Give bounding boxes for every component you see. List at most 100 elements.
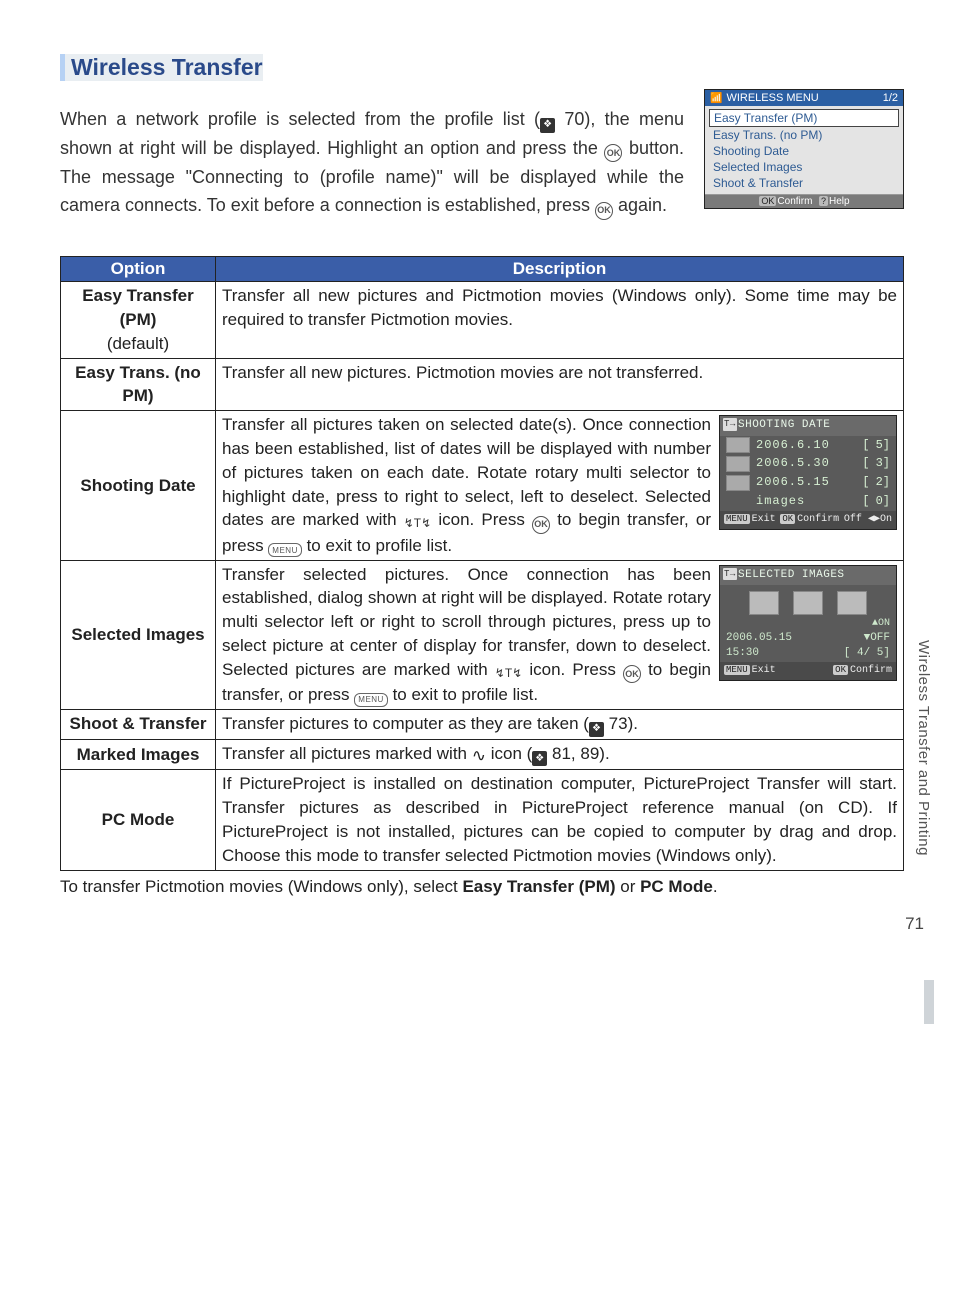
date-label: 2006.5.30 xyxy=(756,455,856,472)
menu-item: Selected Images xyxy=(709,159,899,175)
ok-chip-icon: OK xyxy=(759,196,776,206)
ok-button-icon: OK xyxy=(595,202,613,220)
count-value: 2] xyxy=(876,474,890,491)
bold-option: PC Mode xyxy=(640,877,713,896)
table-row: Easy Transfer (PM) (default) Transfer al… xyxy=(61,282,904,358)
time-value: 15:30 xyxy=(726,646,759,661)
options-table: Option Description Easy Transfer (PM) (d… xyxy=(60,256,904,870)
menu-button-icon: MENU xyxy=(354,693,388,707)
text: to exit to profile list. xyxy=(302,536,452,555)
table-row: PC Mode If PictureProject is installed o… xyxy=(61,770,904,870)
ok-button-icon: OK xyxy=(623,665,641,683)
date-row: 2006.5.15[2] xyxy=(720,473,896,492)
transfer-wave-icon: ∿ xyxy=(472,744,486,768)
bold-option: Easy Transfer (PM) xyxy=(462,877,615,896)
date-label: 2006.5.15 xyxy=(756,474,856,491)
option-sublabel: (default) xyxy=(67,332,209,356)
page-number: 71 xyxy=(905,914,924,934)
text: again. xyxy=(613,195,667,215)
exit-label: Exit xyxy=(752,514,776,525)
inset-title: SHOOTING DATE xyxy=(720,416,896,435)
on-hint: ▲ON xyxy=(872,617,890,631)
menu-item: Shooting Date xyxy=(709,143,899,159)
shooting-date-screenshot: SHOOTING DATE 2006.6.10[5] 2006.5.30[3] … xyxy=(719,415,897,530)
ok-chip-icon: OK xyxy=(833,665,848,675)
col-header-option: Option xyxy=(61,257,216,282)
text: Transfer selected pictures. Once connect… xyxy=(222,565,711,679)
option-description: Transfer selected pictures. Once connect… xyxy=(216,560,904,709)
count-value: 5] xyxy=(876,437,890,454)
option-name: PC Mode xyxy=(61,770,216,870)
menu-chip-icon: MENU xyxy=(724,665,750,675)
thumbnail-icon xyxy=(749,591,779,615)
menu-button-icon: MENU xyxy=(268,543,302,557)
option-name: Shoot & Transfer xyxy=(61,710,216,740)
inset-footer: MENUExit OKConfirm Off ◀▶On xyxy=(720,511,896,529)
inset-footer: MENUExit OKConfirm xyxy=(720,662,896,680)
date-value: 2006.05.15 xyxy=(726,631,792,646)
help-label: Help xyxy=(829,196,850,207)
text: icon. Press xyxy=(522,660,623,679)
onoff-hints: ▲ON xyxy=(720,617,896,631)
on-label: On xyxy=(880,514,892,525)
intro-paragraph: When a network profile is selected from … xyxy=(60,105,684,220)
selected-images-screenshot: SELECTED IMAGES ▲ON 2006.05.15 ▼O xyxy=(719,565,897,681)
date-row: 2006.6.10[5] xyxy=(720,436,896,455)
option-description: If PictureProject is installed on destin… xyxy=(216,770,904,870)
page-refs: 81, 89 xyxy=(552,744,599,763)
help-chip-icon: ? xyxy=(819,196,828,206)
option-label: Easy Transfer (PM) xyxy=(82,286,194,329)
meta-row: 2006.05.15 ▼OFF xyxy=(720,631,896,646)
menu-list: Easy Transfer (PM) Easy Trans. (no PM) S… xyxy=(705,106,903,194)
text: to exit to profile list. xyxy=(388,685,538,704)
count-value: 3] xyxy=(876,455,890,472)
menu-page: 1/2 xyxy=(883,92,898,104)
menu-title-bar: 📶WIRELESS MENU 1/2 xyxy=(705,90,903,106)
option-name: Easy Transfer (PM) (default) xyxy=(61,282,216,358)
text: When a network profile is selected from … xyxy=(60,109,540,129)
table-row: Marked Images Transfer all pictures mark… xyxy=(61,739,904,770)
date-row: images[0] xyxy=(720,492,896,511)
transfer-mark-icon: ↯T↯ xyxy=(495,665,522,682)
thumbnail-icon xyxy=(793,591,823,615)
menu-footer: OKConfirm ?Help xyxy=(705,194,903,208)
thumbnail-icon xyxy=(726,475,750,491)
text: Transfer all pictures marked with xyxy=(222,744,472,763)
antenna-icon: 📶 xyxy=(710,93,722,104)
date-label: 2006.6.10 xyxy=(756,437,856,454)
inset-title: SELECTED IMAGES xyxy=(720,566,896,585)
transfer-mark-icon: ↯T↯ xyxy=(404,515,431,532)
text: . xyxy=(713,877,718,896)
option-description: Transfer all pictures taken on selected … xyxy=(216,411,904,560)
text: ). xyxy=(628,714,638,733)
option-description: Transfer all pictures marked with ∿ icon… xyxy=(216,739,904,770)
thumb-index-mark xyxy=(924,980,934,1024)
text: icon. Press xyxy=(431,510,532,529)
counter-value: [ 4/ 5] xyxy=(844,646,890,661)
table-row: Easy Trans. (no PM) Transfer all new pic… xyxy=(61,358,904,411)
confirm-label: Confirm xyxy=(797,514,839,525)
exit-label: Exit xyxy=(752,665,776,676)
thumbnail-icon xyxy=(837,591,867,615)
thumbnail-icon xyxy=(726,437,750,453)
table-row: Selected Images Transfer selected pictur… xyxy=(61,560,904,709)
off-label: Off xyxy=(844,514,862,525)
table-row: Shoot & Transfer Transfer pictures to co… xyxy=(61,710,904,740)
option-description: Transfer all new pictures. Pictmotion mo… xyxy=(216,358,904,411)
thumbnail-icon xyxy=(726,456,750,472)
off-hint: ▼OFF xyxy=(864,631,890,646)
table-row: Shooting Date Transfer all pictures take… xyxy=(61,411,904,560)
option-name: Marked Images xyxy=(61,739,216,770)
meta-row: 15:30 [ 4/ 5] xyxy=(720,646,896,661)
intro-row: When a network profile is selected from … xyxy=(60,87,904,238)
section-heading: Wireless Transfer xyxy=(60,54,263,81)
wireless-menu-screenshot: 📶WIRELESS MENU 1/2 Easy Transfer (PM) Ea… xyxy=(704,89,904,209)
chapter-side-tab: Wireless Transfer and Printing xyxy=(915,640,932,856)
ok-chip-icon: OK xyxy=(780,514,795,524)
cross-ref-icon: ❖ xyxy=(540,118,555,133)
page-ref: 70 xyxy=(564,109,584,129)
menu-item: Easy Trans. (no PM) xyxy=(709,127,899,143)
option-name: Selected Images xyxy=(61,560,216,709)
menu-item: Easy Transfer (PM) xyxy=(709,109,899,127)
option-name: Easy Trans. (no PM) xyxy=(61,358,216,411)
